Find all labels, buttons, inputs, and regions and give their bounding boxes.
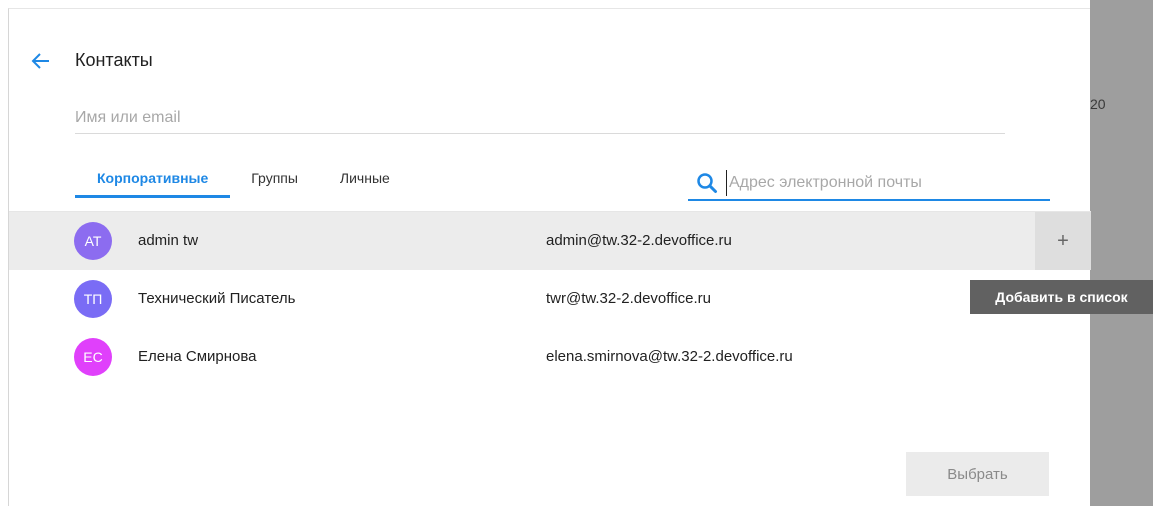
name-or-email-input[interactable] (75, 102, 1005, 134)
email-address-input[interactable] (726, 170, 1039, 196)
avatar: AT (74, 222, 112, 260)
contacts-dialog: Контакты Корпоративные Группы Личные AT … (8, 8, 1091, 506)
tab-groups[interactable]: Группы (230, 161, 319, 195)
tab-personal[interactable]: Личные (319, 161, 411, 195)
contact-email: twr@tw.32-2.devoffice.ru (546, 290, 712, 307)
select-button[interactable]: Выбрать (906, 452, 1049, 496)
avatar: ЕС (74, 338, 112, 376)
back-arrow-icon[interactable] (29, 49, 53, 73)
add-to-list-button[interactable]: + (1035, 212, 1091, 270)
contact-row-writer[interactable]: ТП Технический Писатель twr@tw.32-2.devo… (9, 270, 1091, 328)
contact-tabs: Корпоративные Группы Личные (75, 165, 411, 201)
contact-list: AT admin tw admin@tw.32-2.devoffice.ru +… (9, 212, 1091, 386)
plus-icon: + (1057, 229, 1069, 252)
contact-name: Елена Смирнова (138, 348, 257, 365)
contact-name: admin tw (138, 232, 199, 249)
contact-email: elena.smirnova@tw.32-2.devoffice.ru (546, 348, 793, 365)
avatar: ТП (74, 280, 112, 318)
tab-corporate[interactable]: Корпоративные (75, 161, 231, 198)
contact-email: admin@tw.32-2.devoffice.ru (546, 232, 732, 249)
contact-name: Технический Писатель (138, 290, 296, 307)
background-page: 20 (1090, 0, 1153, 506)
dialog-title: Контакты (75, 50, 153, 70)
contact-row-admin[interactable]: AT admin tw admin@tw.32-2.devoffice.ru + (9, 212, 1091, 270)
add-to-list-tooltip: Добавить в список (970, 280, 1153, 314)
search-icon[interactable] (696, 172, 718, 194)
contact-row-elena[interactable]: ЕС Елена Смирнова elena.smirnova@tw.32-2… (9, 328, 1091, 386)
email-search-field (688, 167, 1050, 201)
background-text: 20 (1090, 96, 1106, 112)
